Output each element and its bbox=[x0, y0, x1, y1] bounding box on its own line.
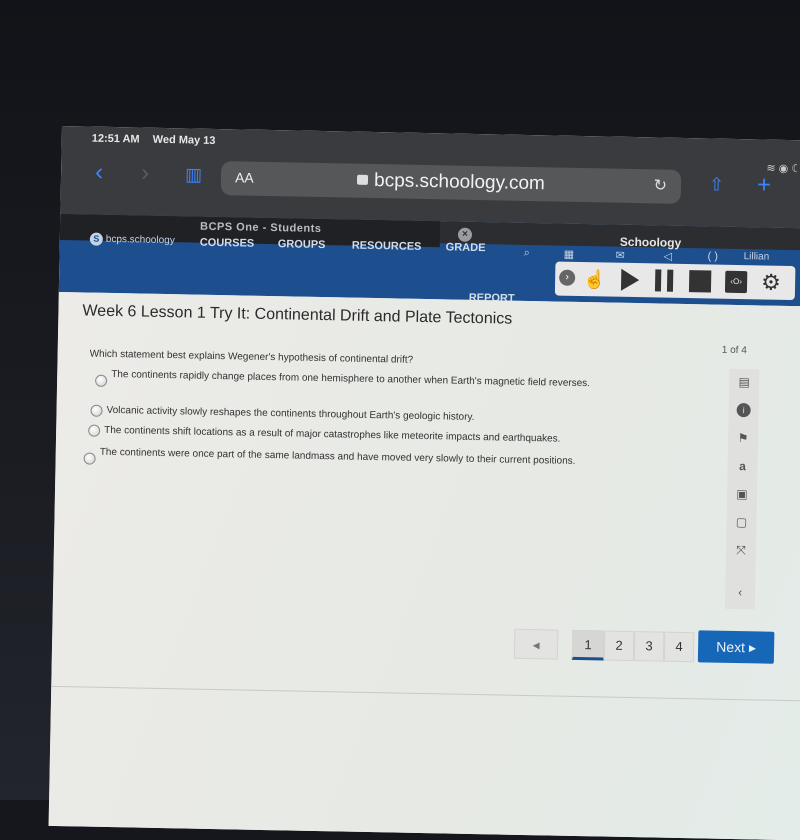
new-tab-button[interactable]: + bbox=[757, 171, 772, 199]
nav-groups[interactable]: GROUPS bbox=[278, 238, 326, 251]
info-icon[interactable]: i bbox=[736, 403, 751, 418]
eye-mask-icon[interactable]: ‹O› bbox=[724, 270, 748, 294]
collapse-chevron-icon[interactable]: ‹ bbox=[733, 585, 747, 599]
tool-rail: ▤ i ⚑ a ▣ ▢ ⤧ ‹ bbox=[724, 368, 760, 610]
reload-button[interactable]: ↻ bbox=[653, 175, 667, 195]
user-name[interactable]: Lillian bbox=[744, 251, 770, 262]
reload-icon: ↻ bbox=[653, 177, 668, 195]
share-button[interactable]: ⇧ bbox=[709, 174, 724, 195]
avatar[interactable]: ( ) bbox=[708, 250, 719, 262]
apps-icon[interactable]: ▦ bbox=[564, 248, 575, 261]
moon-icon: ☾ bbox=[791, 163, 800, 176]
plus-icon: + bbox=[756, 171, 772, 199]
location-icon: ◉ bbox=[778, 162, 792, 176]
status-indicators: ≋◉☾7 bbox=[766, 162, 800, 176]
book-icon: ▥ bbox=[184, 164, 203, 185]
bookmarks-button[interactable]: ▥ bbox=[185, 164, 202, 185]
status-date: Wed May 13 bbox=[152, 133, 216, 147]
status-time: 12:51 AM bbox=[91, 132, 140, 146]
play-icon[interactable] bbox=[620, 268, 640, 292]
calculator-icon[interactable]: ▣ bbox=[735, 487, 749, 501]
gear-icon[interactable]: ⚙ bbox=[761, 269, 783, 294]
reader-toggle-button[interactable]: › bbox=[559, 269, 576, 286]
url-text: bcps.schoology.com bbox=[373, 170, 546, 195]
flag-icon[interactable]: ⚑ bbox=[736, 431, 750, 445]
nav-resources[interactable]: RESOURCES bbox=[352, 240, 422, 253]
page-2-button[interactable]: 2 bbox=[603, 630, 635, 662]
hand-pointer-icon[interactable]: ☝ bbox=[583, 268, 606, 290]
chevron-right-icon: › bbox=[565, 271, 569, 283]
next-button[interactable]: Next ▸ bbox=[697, 630, 775, 664]
address-bar[interactable]: AA bcps.schoology.com ↻ bbox=[220, 161, 682, 204]
lock-icon bbox=[357, 174, 369, 185]
nav-grade[interactable]: GRADE bbox=[446, 241, 486, 254]
tab-title: BCPS One - Students bbox=[199, 220, 322, 235]
close-icon: × bbox=[461, 228, 469, 240]
question-counter: 1 of 4 bbox=[721, 344, 747, 357]
safari-toolbar: 12:51 AM Wed May 13 ≋◉☾7 ‹ › ▥ AA bcps.s… bbox=[60, 126, 800, 229]
share-icon: ⇧ bbox=[708, 174, 725, 195]
nav-courses[interactable]: COURSES bbox=[200, 237, 255, 250]
ipad-screen: 12:51 AM Wed May 13 ≋◉☾7 ‹ › ▥ AA bcps.s… bbox=[48, 126, 800, 840]
status-bar: 12:51 AM Wed May 13 bbox=[92, 133, 226, 148]
table-icon[interactable]: ▤ bbox=[737, 375, 751, 389]
back-button[interactable]: ‹ bbox=[95, 159, 104, 187]
page-3-button[interactable]: 3 bbox=[633, 631, 665, 662]
search-icon[interactable]: ⌕ bbox=[524, 247, 530, 260]
page-1-button[interactable]: 1 bbox=[571, 629, 605, 661]
forward-button[interactable]: › bbox=[141, 160, 150, 188]
expand-icon[interactable]: ⤧ bbox=[734, 543, 748, 557]
stop-icon[interactable] bbox=[688, 270, 712, 293]
tab-schoology[interactable]: Schoology bbox=[620, 235, 682, 250]
translate-icon[interactable]: a bbox=[735, 459, 749, 473]
chevron-left-icon: ‹ bbox=[94, 158, 104, 186]
prev-page-button[interactable]: ◀ bbox=[513, 628, 559, 660]
schoology-s-icon: S bbox=[89, 232, 103, 246]
read-aloud-toolbar: › ☝ ‹O› ⚙ bbox=[554, 261, 796, 301]
messages-icon[interactable]: ✉ bbox=[615, 249, 624, 262]
schoology-logo[interactable]: Sbcps.schoology bbox=[89, 232, 175, 248]
triangle-left-icon: ◀ bbox=[532, 640, 540, 651]
chevron-right-icon: › bbox=[140, 159, 150, 187]
page-4-button[interactable]: 4 bbox=[663, 631, 695, 663]
notifications-icon[interactable]: ◁ bbox=[663, 250, 672, 263]
pause-icon[interactable] bbox=[654, 269, 674, 292]
notepad-icon[interactable]: ▢ bbox=[734, 515, 748, 529]
url-field[interactable]: bcps.schoology.com bbox=[221, 167, 681, 198]
